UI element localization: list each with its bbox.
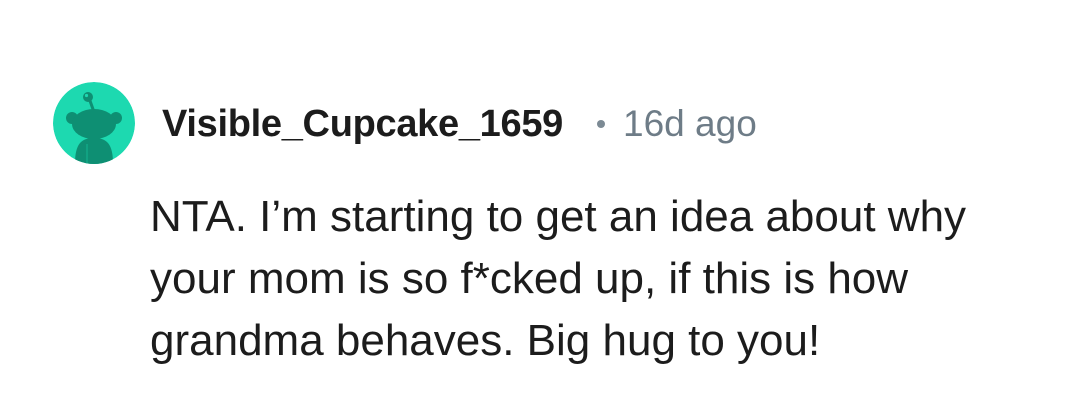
comment-card: Visible_Cupcake_1659 16d ago NTA. I’m st…: [0, 0, 1080, 415]
comment-body: NTA. I’m starting to get an idea about w…: [150, 192, 967, 365]
username-link[interactable]: Visible_Cupcake_1659: [162, 103, 563, 146]
user-avatar[interactable]: [53, 82, 135, 164]
snoo-avatar-icon: [53, 82, 135, 164]
comment-meta: Visible_Cupcake_1659 16d ago: [162, 96, 757, 152]
comment-timestamp: 16d ago: [623, 103, 757, 144]
separator-dot: [597, 120, 606, 128]
